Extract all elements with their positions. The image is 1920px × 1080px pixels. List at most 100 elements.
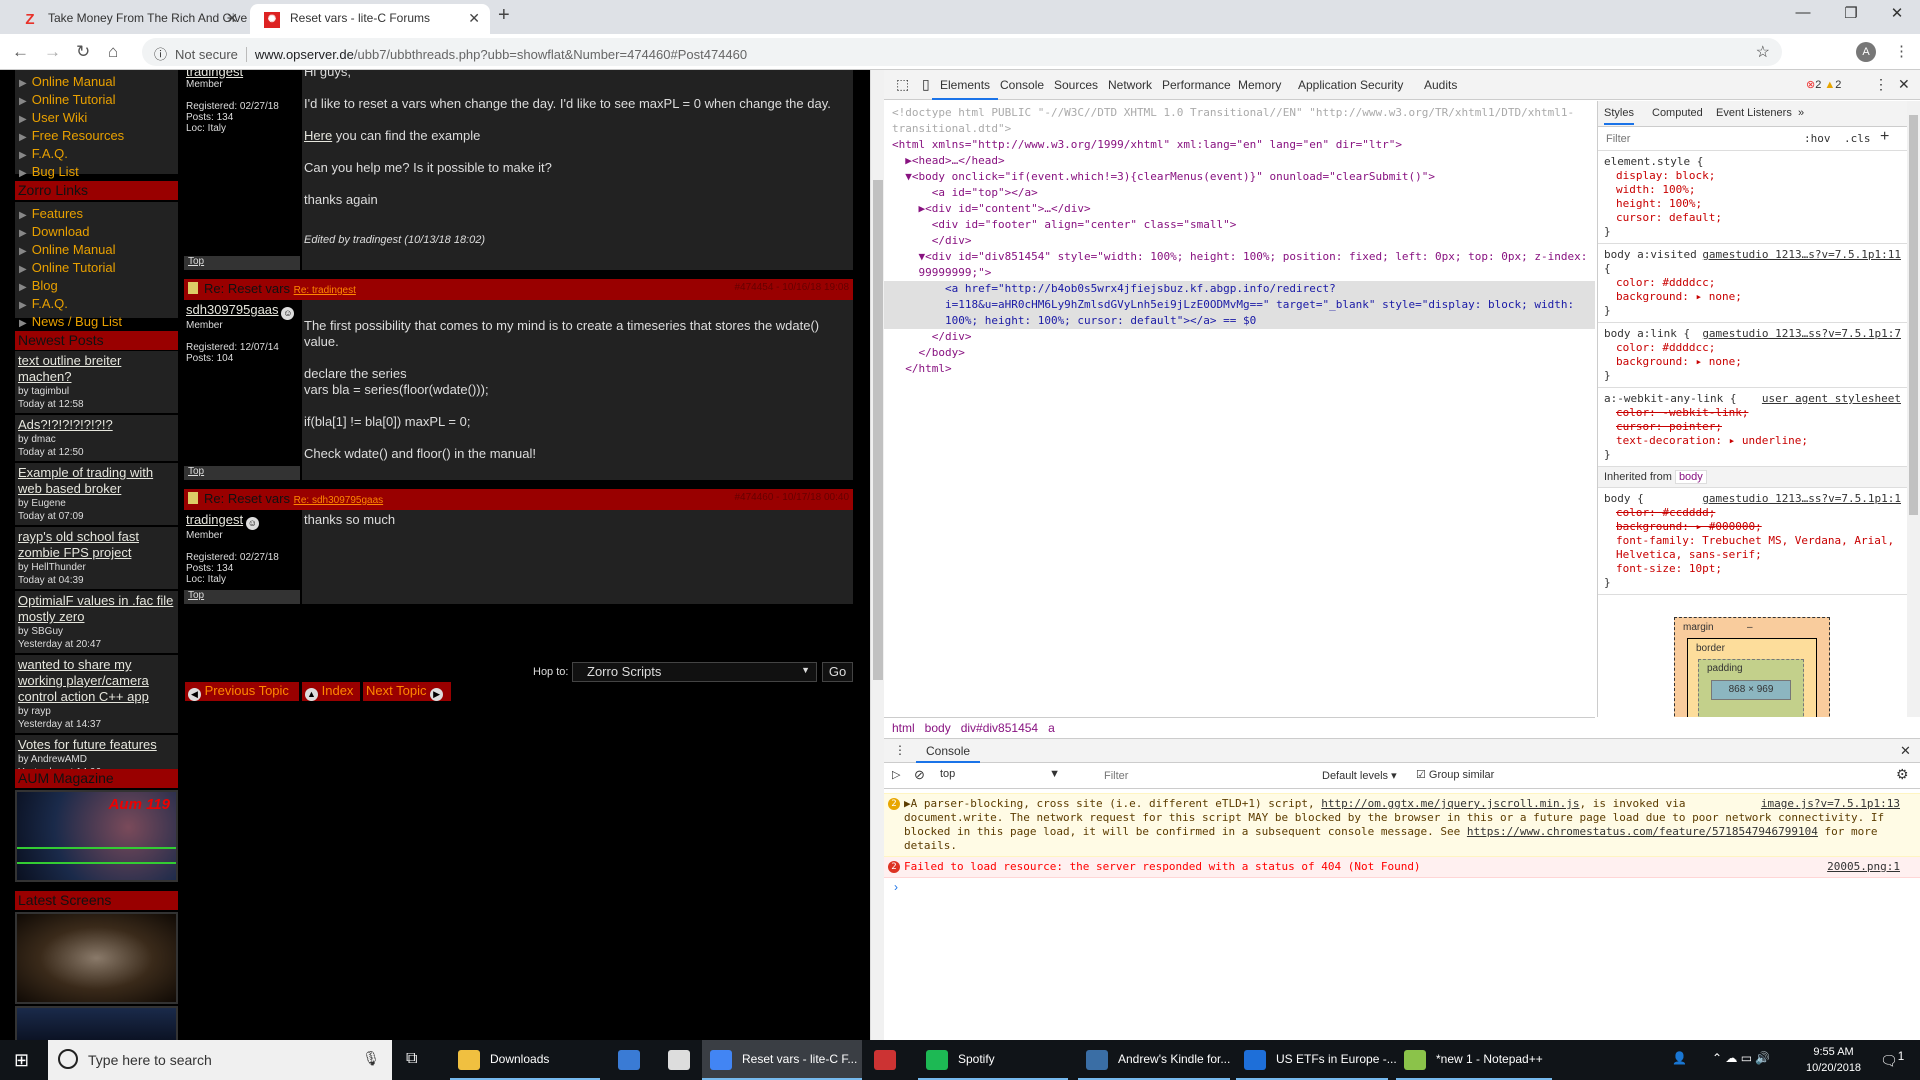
newest-post-link[interactable]: Ads?!?!?!?!?!?!? xyxy=(18,417,175,433)
styles-tab[interactable]: » xyxy=(1798,107,1804,119)
scrollbar-thumb[interactable] xyxy=(873,180,883,680)
close-devtools-icon[interactable]: ✕ xyxy=(1898,76,1910,93)
taskbar-app[interactable]: Downloads xyxy=(450,1040,600,1080)
css-rule[interactable]: gamestudio 1213…s?v=7.5.1p1:11 body a:vis… xyxy=(1598,244,1907,323)
windows-start-icon[interactable]: ⊞ xyxy=(14,1050,29,1071)
sidebar-link[interactable]: ▶ Free Resources xyxy=(15,128,178,146)
css-property[interactable]: background: ▸ none; xyxy=(1604,355,1901,369)
sidebar-link[interactable]: ▶ F.A.Q. xyxy=(15,146,178,164)
tray-icons[interactable]: ⌃ ☁ ▭ 🔊 xyxy=(1712,1051,1770,1065)
new-tab-button[interactable]: + xyxy=(498,4,510,27)
sidebar-link[interactable]: ▶ User Wiki xyxy=(15,110,178,128)
console-settings-icon[interactable]: ⚙ xyxy=(1896,766,1909,783)
dom-node-line[interactable]: transitional.dtd"> xyxy=(892,121,1587,137)
people-icon[interactable]: 👤 xyxy=(1672,1051,1687,1065)
restore-button[interactable]: ❐ xyxy=(1828,4,1874,22)
sidebar-link[interactable]: ▶ Online Manual xyxy=(15,74,178,92)
taskbar-app[interactable] xyxy=(610,1040,654,1080)
console-prompt[interactable]: › xyxy=(884,878,1920,896)
css-rule[interactable]: element.style {display: block; width: 100… xyxy=(1598,151,1907,244)
breadcrumb-item[interactable]: html xyxy=(892,721,915,735)
styles-filter-input[interactable] xyxy=(1602,130,1792,148)
taskbar-app[interactable]: US ETFs in Europe -... xyxy=(1236,1040,1397,1080)
tab-network[interactable]: Network xyxy=(1100,70,1160,100)
drawer-menu-icon[interactable]: ⋮ xyxy=(894,743,906,757)
sidebar-link[interactable]: ▶ Online Tutorial xyxy=(15,92,178,110)
dom-node-line[interactable]: </body> xyxy=(892,345,1587,361)
rule-source-link[interactable]: gamestudio 1213…ss?v=7.5.1p1:1 xyxy=(1702,492,1901,506)
post-author-link[interactable]: sdh309795gaas xyxy=(186,302,279,317)
dom-node-line[interactable]: <html xmlns="http://www.w3.org/1999/xhtm… xyxy=(892,137,1587,153)
console-filter-input[interactable] xyxy=(1104,766,1316,785)
menu-icon[interactable]: ⋮ xyxy=(1894,42,1909,60)
css-property[interactable]: font-family: Trebuchet MS, Verdana, Aria… xyxy=(1604,534,1901,562)
sidebar-link[interactable]: ▶ Online Manual xyxy=(15,242,178,260)
dom-node-line[interactable]: </html> xyxy=(892,361,1587,377)
tab-reset-vars[interactable]: ✺ Reset vars - lite-C Forums ✕ xyxy=(250,4,490,34)
dom-node-line[interactable]: ▼<body onclick="if(event.which!=3){clear… xyxy=(892,169,1587,185)
script-link[interactable]: http://om.ggtx.me/jquery.jscroll.min.js xyxy=(1321,797,1579,810)
page-scrollbar[interactable] xyxy=(870,70,884,1040)
box-margin[interactable]: margin – border padding 868 × 969 xyxy=(1674,617,1830,717)
go-button[interactable]: Go xyxy=(822,662,853,682)
newest-post-link[interactable]: text outline breiter machen? xyxy=(18,353,175,385)
error-source-link[interactable]: 20005.png:1 xyxy=(1827,860,1900,874)
sidebar-link[interactable]: ▶ Download xyxy=(15,224,178,242)
newest-post-link[interactable]: wanted to share my working player/camera… xyxy=(18,657,175,705)
css-property[interactable]: display: block; xyxy=(1604,169,1901,183)
dom-node-line[interactable]: ▼<div id="div851454" style="width: 100%;… xyxy=(892,249,1587,265)
box-content[interactable]: 868 × 969 xyxy=(1711,680,1791,700)
top-link[interactable]: Top xyxy=(184,466,300,480)
context-select[interactable]: top ▼ xyxy=(936,766,1064,784)
css-property[interactable]: color: -webkit-link; xyxy=(1604,406,1901,420)
close-drawer-icon[interactable]: ✕ xyxy=(1900,743,1911,759)
rule-source-link[interactable]: user agent stylesheet xyxy=(1762,392,1901,406)
sidebar-link[interactable]: ▶ News / Bug List xyxy=(15,314,178,332)
warning-source-link[interactable]: image.js?v=7.5.1p1:13 xyxy=(1761,797,1900,811)
breadcrumb-item[interactable]: a xyxy=(1048,721,1055,735)
tab-elements[interactable]: Elements xyxy=(932,70,999,100)
styles-tab[interactable]: Event Listeners xyxy=(1716,107,1792,119)
log-levels-select[interactable]: Default levels ▾ xyxy=(1322,769,1397,782)
css-rule[interactable]: gamestudio 1213…ss?v=7.5.1p1:1 body {colo… xyxy=(1598,488,1907,595)
error-count[interactable]: ⊗2 ▲2 xyxy=(1806,78,1841,91)
top-link[interactable]: Top xyxy=(184,256,300,270)
inspect-element-icon[interactable]: ⬚ xyxy=(896,76,909,93)
dom-node-line[interactable]: </div> xyxy=(892,329,1587,345)
styles-tab[interactable]: Computed xyxy=(1652,107,1703,119)
dom-node-line[interactable]: i=118&u=aHR0cHM6Ly9hZmlsdGVyLnh5ei9jLzE0… xyxy=(884,297,1595,313)
sidebar-link[interactable]: ▶ F.A.Q. xyxy=(15,296,178,314)
tab-take-money[interactable]: Z Take Money From The Rich And Give ✕ xyxy=(8,4,248,34)
css-property[interactable]: color: #ccdddd; xyxy=(1604,506,1901,520)
taskbar-search[interactable]: Type here to search 🎙 xyxy=(48,1040,392,1080)
device-toolbar-icon[interactable]: ▯ xyxy=(922,76,930,93)
css-property[interactable]: background: ▸ none; xyxy=(1604,290,1901,304)
sidebar-link[interactable]: ▶ Bug List xyxy=(15,164,178,182)
css-property[interactable]: color: #ddddcc; xyxy=(1604,276,1901,290)
breadcrumb-item[interactable]: div#div851454 xyxy=(961,721,1038,735)
minimize-button[interactable]: — xyxy=(1780,4,1826,21)
aum-magazine-image[interactable]: Aum 119 xyxy=(15,790,178,882)
taskbar-app[interactable]: Spotify xyxy=(918,1040,1068,1080)
dom-node-line[interactable]: </div> xyxy=(892,233,1587,249)
dom-node-line[interactable]: ▶<head>…</head> xyxy=(892,153,1587,169)
box-border[interactable]: border padding 868 × 969 xyxy=(1687,638,1817,717)
cls-toggle[interactable]: .cls xyxy=(1844,132,1871,145)
rule-source-link[interactable]: gamestudio 1213…s?v=7.5.1p1:11 xyxy=(1702,248,1901,262)
taskbar-app[interactable]: Andrew's Kindle for... xyxy=(1078,1040,1230,1080)
dom-node-line[interactable]: 99999999;"> xyxy=(892,265,1587,281)
microphone-icon[interactable]: 🎙 xyxy=(362,1050,380,1067)
dom-node-line[interactable]: <a id="top"></a> xyxy=(892,185,1587,201)
newest-post-link[interactable]: Votes for future features xyxy=(18,737,175,753)
reply-to-link[interactable]: Re: tradingest xyxy=(294,285,356,296)
tab-memory[interactable]: Memory xyxy=(1230,70,1289,100)
home-icon[interactable]: ⌂ xyxy=(108,42,118,62)
css-property[interactable]: font-size: 10pt; xyxy=(1604,562,1901,576)
example-link[interactable]: Here xyxy=(304,128,332,143)
css-property[interactable]: height: 100%; xyxy=(1604,197,1901,211)
css-rule[interactable]: user agent stylesheet a:-webkit-any-link … xyxy=(1598,388,1907,467)
dom-node-line[interactable]: <div id="footer" align="center" class="s… xyxy=(892,217,1587,233)
inherited-element-link[interactable]: body xyxy=(1674,470,1707,484)
sidebar-toggle-icon[interactable]: ▷ xyxy=(892,768,900,781)
tab-security[interactable]: Security xyxy=(1352,70,1411,100)
